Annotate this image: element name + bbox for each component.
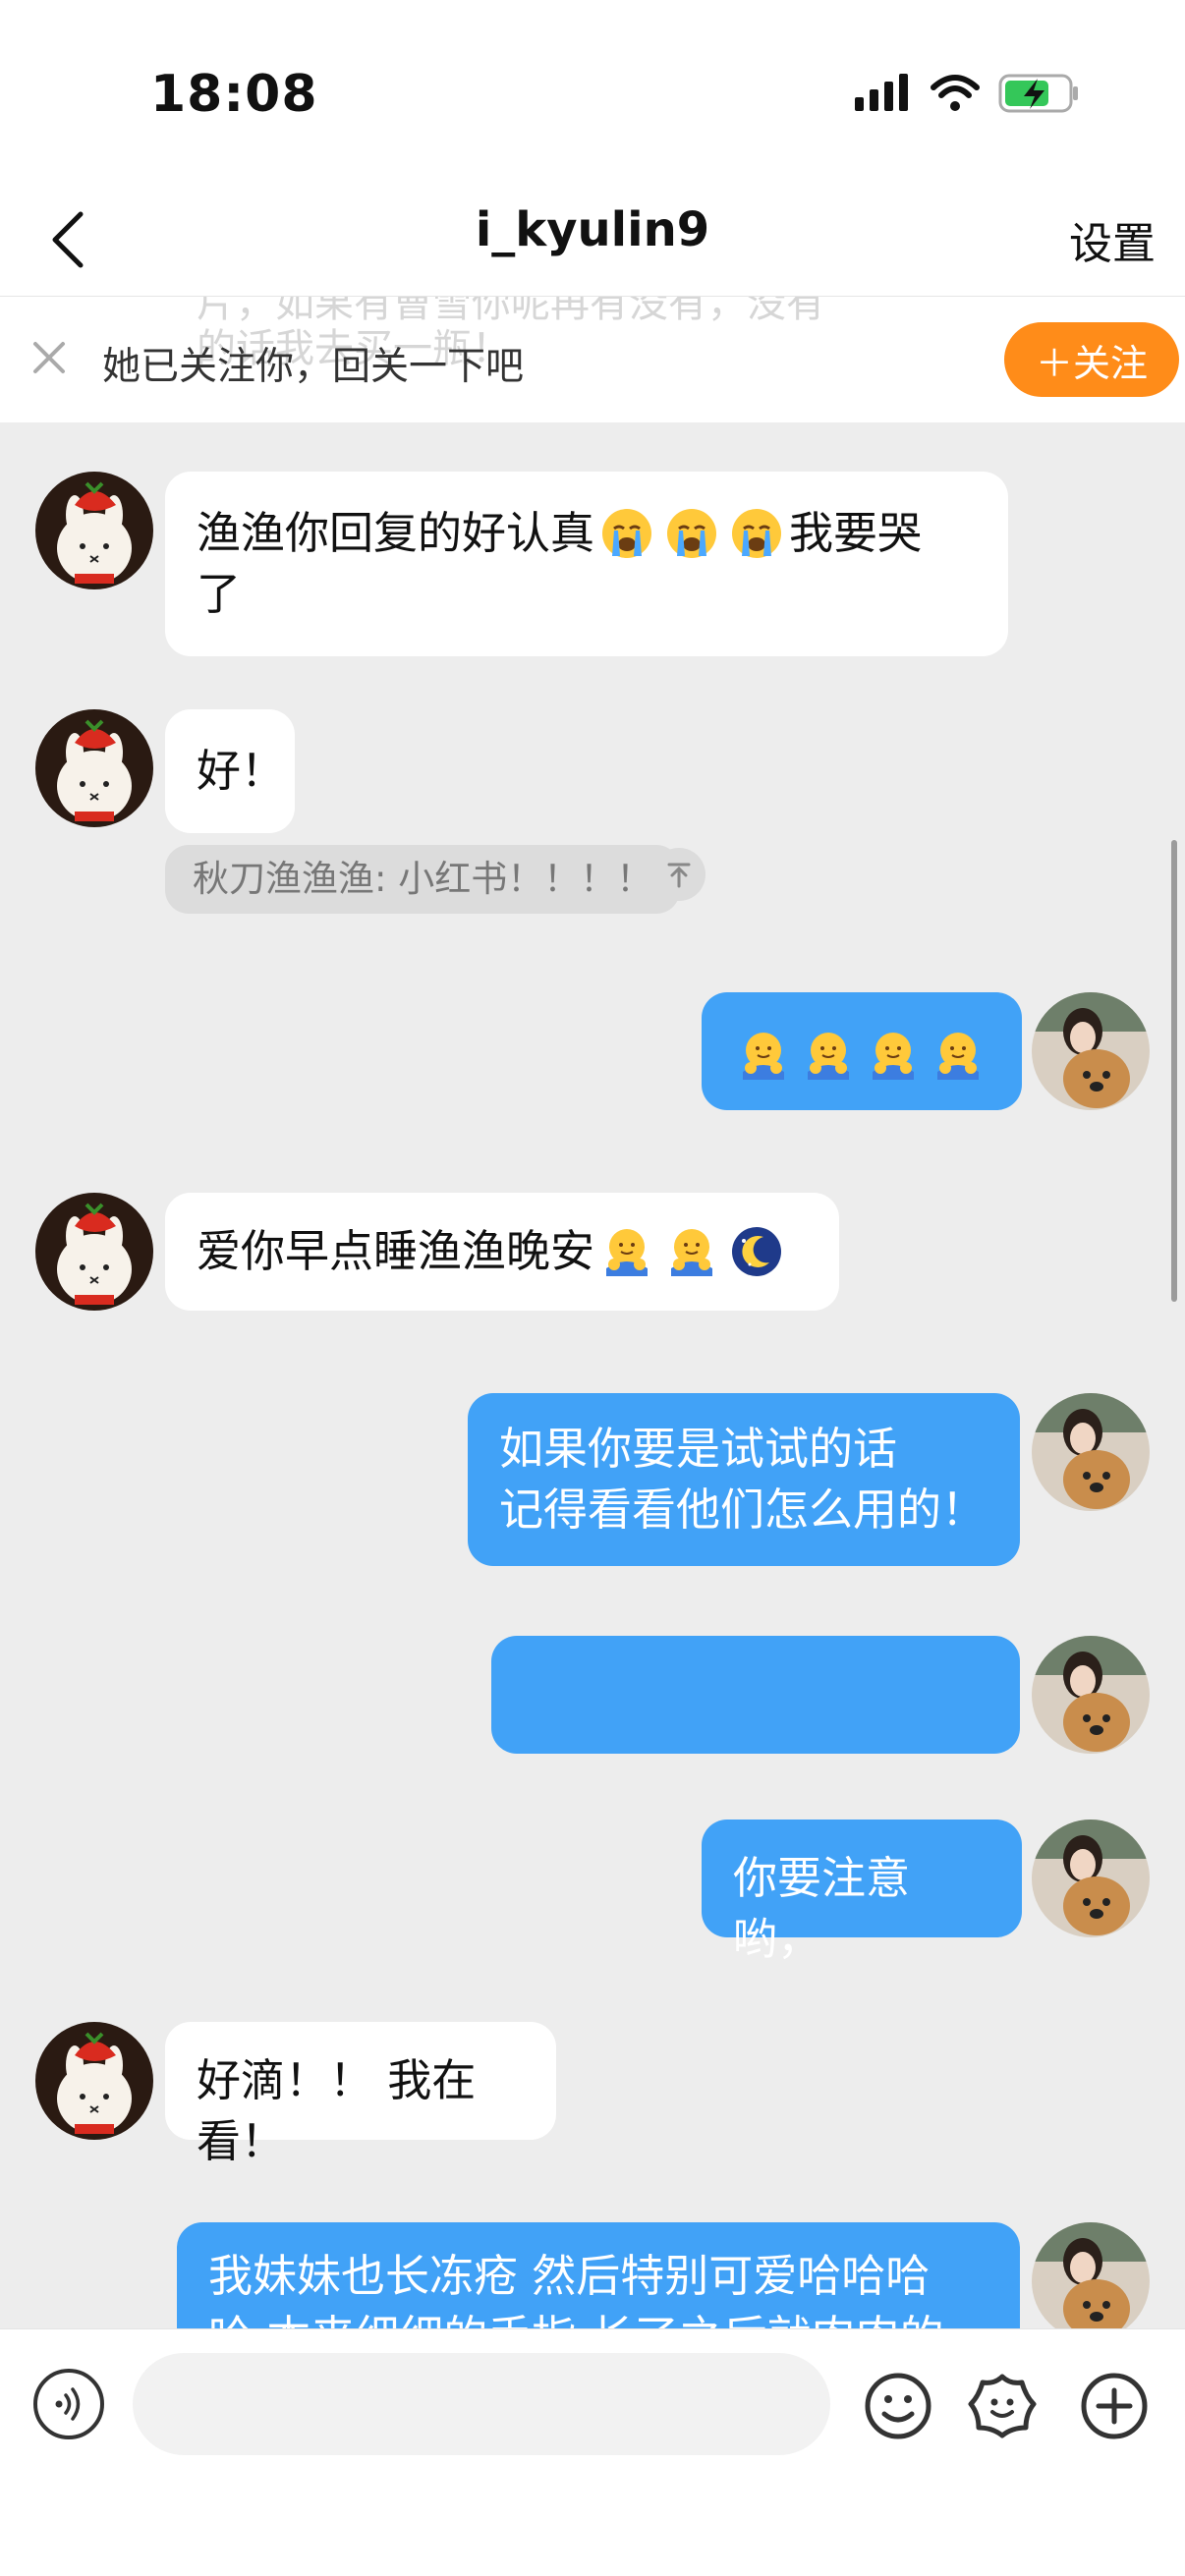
chat-screen: 18:08 i_kyulin9 设置 片，如果有曹雪你呢再有没有，没有 的话我去… (0, 0, 1185, 2576)
crying-face-emoji (602, 509, 652, 558)
crying-face-emoji (732, 509, 782, 558)
sticker-button[interactable] (965, 2369, 1040, 2443)
battery-charging-icon (998, 74, 1078, 113)
close-icon[interactable] (29, 338, 69, 377)
moon-night-emoji (732, 1227, 782, 1276)
hug-emoji (606, 1229, 649, 1276)
my-avatar[interactable] (1032, 2222, 1150, 2328)
message-bubble-incoming[interactable]: 渔渔你回复的好认真 我要哭了 (165, 472, 1008, 656)
settings-button[interactable]: 设置 (1069, 208, 1156, 271)
input-bar (0, 2328, 1185, 2576)
chat-title: i_kyulin9 (475, 202, 710, 257)
message-text: 如果你要是试试的话 (499, 1423, 898, 1475)
message-bubble-incoming[interactable]: 好滴！！ 我在看！ (165, 2022, 556, 2167)
message-bubble-outgoing[interactable]: 你要注意哟， (702, 1820, 1022, 1965)
message-list[interactable]: 渔渔你回复的好认真 我要哭了 好！ 秋刀渔渔渔: 小红书！！！！ 爱你早点睡渔渔… (0, 422, 1185, 2328)
bunny-avatar-icon (35, 1193, 153, 1311)
message-text: 我要哭 (789, 507, 923, 559)
status-time: 18:08 (150, 65, 318, 124)
message-text: 记得看看他们怎么用的！ (499, 1484, 987, 1536)
crying-face-emoji (667, 509, 717, 558)
message-input[interactable] (133, 2353, 830, 2455)
status-icons (853, 69, 1081, 118)
emoji-button[interactable] (861, 2369, 935, 2443)
message-bubble-incoming[interactable]: 好！ (165, 709, 295, 833)
arrow-up-icon (667, 863, 691, 888)
status-bar: 18:08 (0, 0, 1185, 187)
message-text: 爱你早点睡渔渔晚安 (197, 1225, 595, 1277)
bunny-avatar-icon (35, 709, 153, 827)
plus-icon (1081, 2373, 1148, 2439)
hug-emoji (873, 1033, 914, 1080)
quoted-reply[interactable]: 秋刀渔渔渔: 小红书！！！！ (165, 845, 681, 914)
contact-avatar[interactable] (35, 2022, 153, 2140)
contact-avatar[interactable] (35, 472, 153, 589)
my-avatar[interactable] (1032, 1393, 1150, 1511)
message-text: 我妹妹也长冻疮 然后特别可爱哈哈哈 (208, 2250, 931, 2302)
message-text: 了 (197, 568, 242, 620)
hug-emoji (808, 1033, 849, 1080)
scrollbar[interactable] (1171, 840, 1177, 1302)
my-avatar[interactable] (1032, 1820, 1150, 1937)
message-text: 好滴！！ 我在看！ (197, 2054, 477, 2167)
contact-avatar[interactable] (35, 709, 153, 827)
contact-avatar[interactable] (35, 1193, 153, 1311)
message-bubble-incoming[interactable]: 爱你早点睡渔渔晚安 (165, 1193, 839, 1311)
sticker-icon (968, 2374, 1037, 2438)
signal-icon (855, 74, 908, 111)
message-bubble-outgoing[interactable]: 如果你要是试试的话记得看看他们怎么用的！ (468, 1393, 1020, 1566)
message-bubble-outgoing[interactable] (702, 992, 1022, 1110)
nav-bar: i_kyulin9 设置 (0, 187, 1185, 297)
my-avatar[interactable] (1032, 992, 1150, 1110)
follow-banner: 片，如果有曹雪你呢再有没有，没有 的话我去买一瓶！ 她已关注你，回关一下吧 ＋关… (0, 297, 1185, 422)
girl-with-dog-avatar-icon (1032, 1636, 1150, 1754)
hug-emoji (937, 1033, 979, 1080)
message-text: 好！ (197, 745, 286, 797)
add-button[interactable] (1077, 2369, 1152, 2443)
message-text: 你要注意哟， (733, 1852, 911, 1965)
hug-emoji (671, 1229, 713, 1276)
emoji-face-icon (865, 2373, 931, 2439)
message-bubble-outgoing[interactable]: 我妹妹也长冻疮 然后特别可爱哈哈哈哈 本来细细的手指 长了之后就肉肉的 (177, 2222, 1020, 2328)
bunny-avatar-icon (35, 2022, 153, 2140)
follow-prompt-text: 她已关注你，回关一下吧 (102, 345, 525, 389)
message-bubble-outgoing[interactable] (491, 1636, 1020, 1754)
my-avatar[interactable] (1032, 1636, 1150, 1754)
girl-with-dog-avatar-icon (1032, 992, 1150, 1110)
wifi-icon (931, 75, 980, 111)
girl-with-dog-avatar-icon (1032, 2222, 1150, 2328)
hug-emoji (743, 1033, 784, 1080)
voice-icon (55, 2387, 81, 2421)
girl-with-dog-avatar-icon (1032, 1820, 1150, 1937)
bunny-avatar-icon (35, 472, 153, 589)
quote-jump-button[interactable] (652, 848, 705, 901)
message-text: 哈 本来细细的手指 长了之后就肉肉的 (208, 2311, 944, 2328)
follow-button[interactable]: ＋关注 (1004, 322, 1179, 397)
girl-with-dog-avatar-icon (1032, 1393, 1150, 1511)
message-text: 渔渔你回复的好认真 (197, 507, 595, 559)
voice-button[interactable] (33, 2369, 104, 2439)
